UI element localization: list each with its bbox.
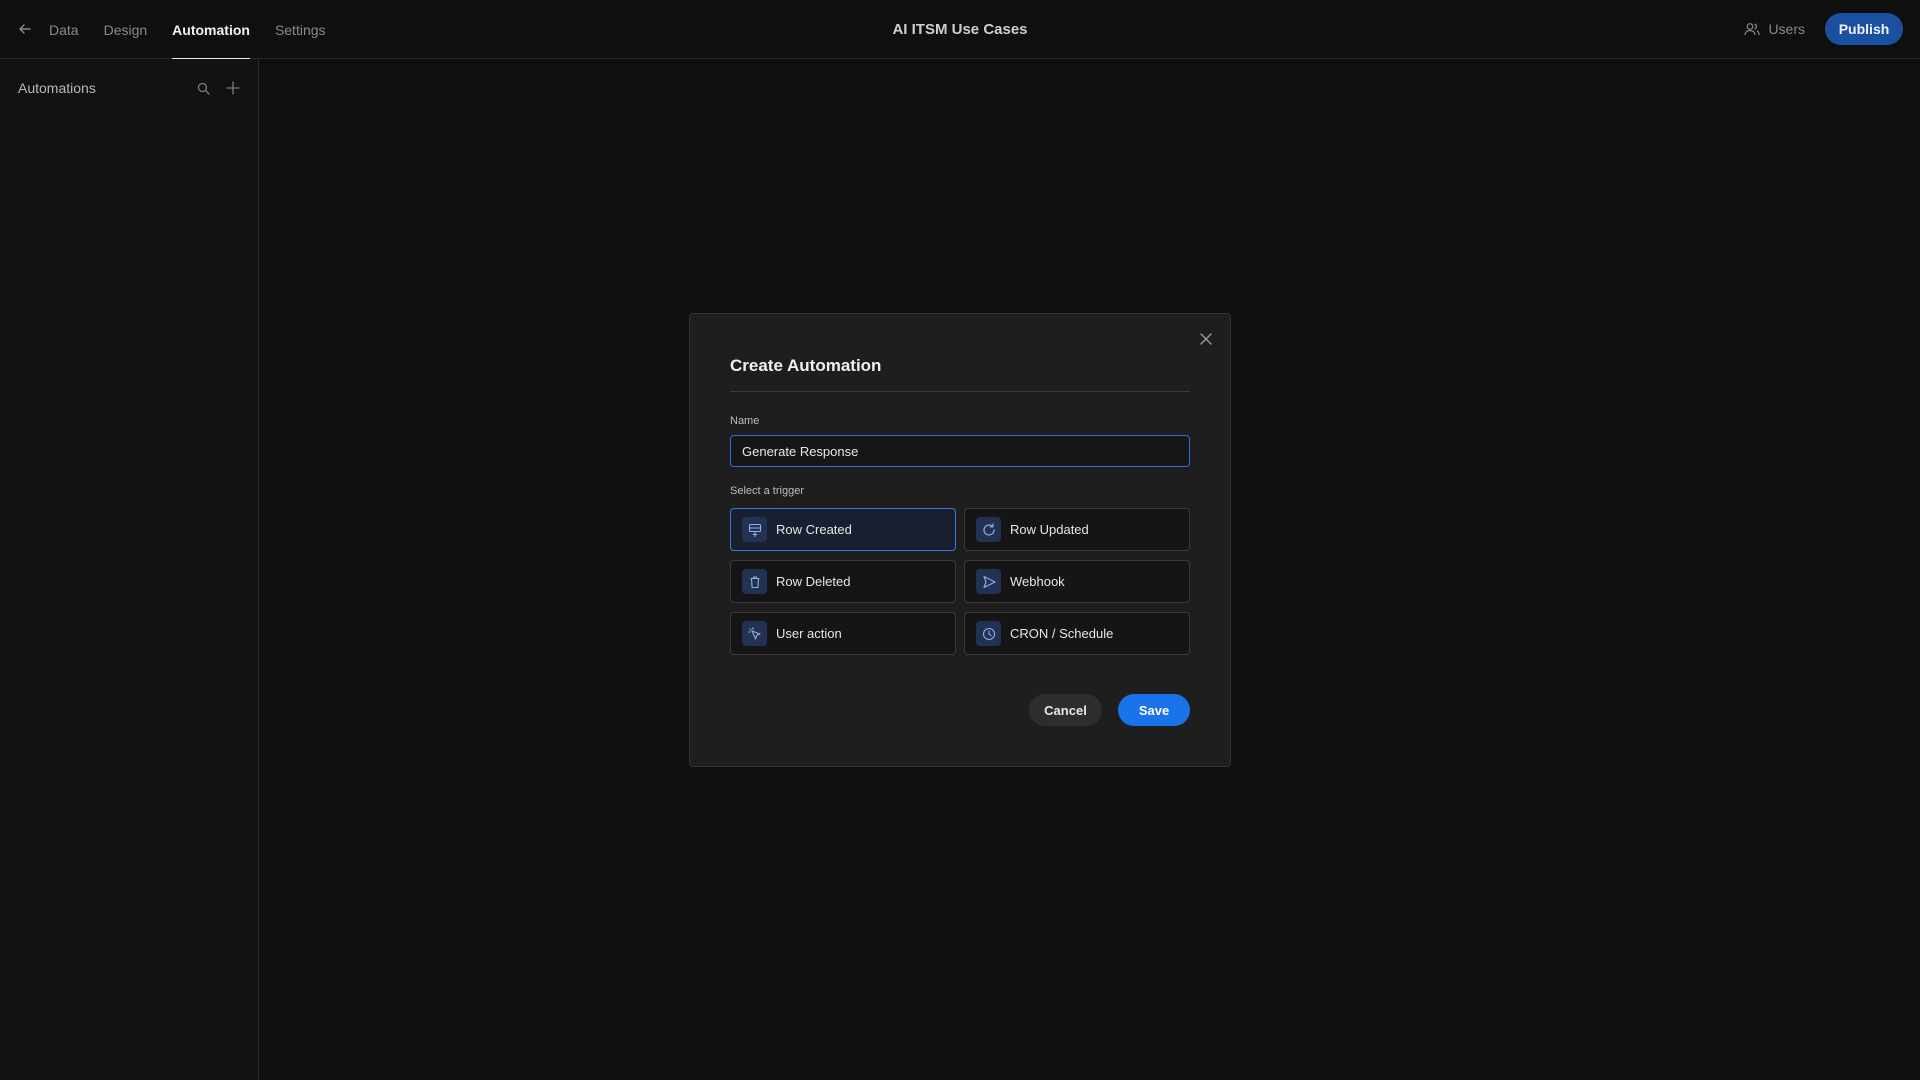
top-nav: Data Design Automation Settings [49,0,351,60]
cancel-button[interactable]: Cancel [1029,694,1102,726]
trigger-label: Select a trigger [730,485,804,497]
modal-title: Create Automation [730,356,882,375]
users-button[interactable]: Users [1744,18,1805,40]
trigger-label-webhook: Webhook [1010,574,1065,589]
tab-automation[interactable]: Automation [172,0,250,60]
sidebar-header: Automations [18,76,243,100]
top-bar: Data Design Automation Settings AI ITSM … [0,0,1920,60]
send-icon [976,569,1001,594]
trigger-cron-schedule[interactable]: CRON / Schedule [964,612,1190,655]
sidebar-title: Automations [18,80,96,96]
trigger-row-created[interactable]: Row Created [730,508,956,551]
tab-design[interactable]: Design [104,0,148,59]
close-icon[interactable] [1196,329,1216,349]
name-label: Name [730,415,760,427]
search-icon[interactable] [193,78,213,98]
name-input[interactable] [730,435,1190,467]
trigger-label-cron-schedule: CRON / Schedule [1010,626,1114,641]
save-button[interactable]: Save [1118,694,1190,726]
sidebar: Automations [0,59,259,1080]
clock-icon [976,621,1001,646]
trigger-row-updated[interactable]: Row Updated [964,508,1190,551]
publish-button[interactable]: Publish [1825,13,1903,45]
plus-icon[interactable] [223,78,243,98]
create-automation-modal: Create Automation Name Select a trigger … [689,313,1231,767]
tab-data[interactable]: Data [49,0,79,59]
trigger-user-action[interactable]: User action [730,612,956,655]
trigger-grid: Row Created Row Updated Row Deleted Webh… [730,508,1190,655]
trash-icon [742,569,767,594]
cursor-click-icon [742,621,767,646]
modal-divider [730,391,1190,392]
users-icon [1744,22,1761,36]
trigger-label-row-deleted: Row Deleted [776,574,851,589]
tab-settings[interactable]: Settings [275,0,326,59]
refresh-icon [976,517,1001,542]
trigger-webhook[interactable]: Webhook [964,560,1190,603]
arrow-left-icon[interactable] [16,19,34,39]
trigger-label-row-updated: Row Updated [1010,522,1089,537]
users-label: Users [1768,21,1805,37]
trigger-row-deleted[interactable]: Row Deleted [730,560,956,603]
trigger-label-row-created: Row Created [776,522,852,537]
row-created-icon [742,517,767,542]
trigger-label-user-action: User action [776,626,842,641]
